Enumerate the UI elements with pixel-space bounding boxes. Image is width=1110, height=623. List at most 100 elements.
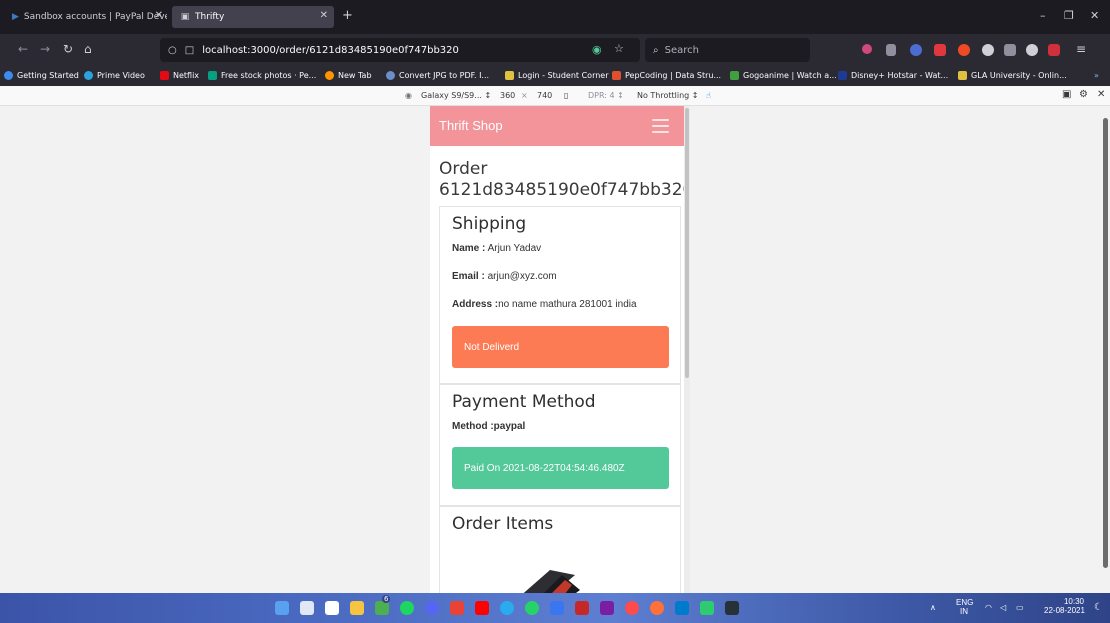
shipping-card: Shipping Name : Arjun Yadav Email : arju… — [439, 206, 681, 384]
terminal-icon[interactable] — [725, 601, 739, 615]
product-image[interactable] — [480, 545, 590, 593]
tab-title: Sandbox accounts | PayPal Deve — [23, 12, 167, 22]
rotate-icon[interactable]: ▯ — [564, 91, 568, 100]
tab-paypal-sandbox[interactable]: ▶ Sandbox accounts | PayPal Deve ✕ — [4, 6, 167, 28]
clock[interactable]: 10:30 22-08-2021 — [1044, 597, 1085, 615]
firefox-icon[interactable] — [650, 601, 664, 615]
delivery-status-alert: Not Deliverd — [452, 326, 669, 368]
vscode-icon[interactable] — [675, 601, 689, 615]
battery-icon[interactable]: ▭ — [1016, 603, 1024, 612]
device-viewport: Thrift Shop Order 6121d83485190e0f747bb3… — [430, 106, 690, 593]
bookmark-item[interactable]: PepCoding | Data Stru... — [612, 71, 721, 80]
shipping-email: Email : arjun@xyz.com — [452, 271, 557, 282]
touch-simulation-icon[interactable]: ☝ — [706, 91, 711, 100]
bookmark-item[interactable]: Convert JPG to PDF. I... — [386, 71, 489, 80]
addon-icon[interactable] — [1004, 44, 1016, 56]
new-tab-button[interactable]: + — [342, 8, 353, 23]
bookmark-item[interactable]: Netflix — [160, 71, 199, 80]
app-icon[interactable] — [700, 601, 714, 615]
restore-icon[interactable]: ❐ — [1064, 9, 1074, 22]
bookmark-item[interactable]: Prime Video — [84, 71, 145, 80]
volume-icon[interactable]: ◁ — [1000, 603, 1006, 612]
youtube-icon[interactable] — [475, 601, 489, 615]
discord-icon[interactable] — [425, 601, 439, 615]
close-rdm-icon[interactable]: ✕ — [1097, 89, 1105, 100]
bookmark-item[interactable]: Disney+ Hotstar - Wat... — [838, 71, 948, 80]
bookmark-icon — [4, 71, 13, 80]
shield-icon: ○ — [168, 44, 177, 56]
library-icon[interactable] — [886, 44, 896, 56]
close-tab-icon[interactable]: ✕ — [155, 10, 163, 21]
task-view-icon[interactable] — [325, 601, 339, 615]
tab-thrifty[interactable]: ▣ Thrifty ✕ — [172, 6, 334, 28]
wifi-icon[interactable]: ◠ — [985, 603, 992, 612]
shipping-address: Address :no name mathura 281001 india — [452, 299, 637, 310]
opera-icon[interactable] — [625, 601, 639, 615]
bookmark-icon — [730, 71, 739, 80]
bookmark-star-icon[interactable]: ☆ — [614, 42, 624, 55]
notifications-icon[interactable]: ☾ — [1094, 602, 1103, 613]
hamburger-menu-icon[interactable] — [652, 119, 669, 133]
throttling-select[interactable]: No Throttling ↕ — [637, 91, 699, 100]
app-icon[interactable] — [550, 601, 564, 615]
menu-icon[interactable]: ≡ — [1076, 42, 1086, 56]
start-icon[interactable] — [275, 601, 289, 615]
tray-overflow-icon[interactable]: ∧ — [930, 603, 936, 612]
search-input[interactable]: ⌕ Search — [645, 38, 810, 62]
viewport-width-input[interactable]: 360 — [500, 91, 515, 100]
pocket-icon[interactable] — [862, 44, 872, 54]
scrollbar-thumb[interactable] — [685, 108, 689, 378]
spotify-icon[interactable] — [400, 601, 414, 615]
forward-icon[interactable]: → — [40, 42, 50, 56]
settings-icon[interactable]: ⚙ — [1079, 89, 1088, 100]
file-explorer-icon[interactable] — [350, 601, 364, 615]
back-icon[interactable]: ← — [18, 42, 28, 56]
search-icon[interactable] — [300, 601, 314, 615]
bookmark-item[interactable]: Login - Student Corner — [505, 71, 609, 80]
shipping-name: Name : Arjun Yadav — [452, 243, 542, 254]
bookmark-icon — [386, 71, 395, 80]
bookmark-item[interactable]: GLA University - Onlin... — [958, 71, 1067, 80]
extension-icon[interactable]: ◉ — [592, 43, 602, 56]
minimize-icon[interactable]: – — [1040, 9, 1046, 22]
device-scrollbar[interactable] — [684, 106, 690, 593]
viewport-height-input[interactable]: 740 — [537, 91, 552, 100]
whatsapp-icon[interactable] — [525, 601, 539, 615]
bookmarks-overflow-icon[interactable]: » — [1094, 71, 1099, 80]
bookmark-icon — [208, 71, 217, 80]
app-icon[interactable] — [600, 601, 614, 615]
reload-icon[interactable]: ↻ — [63, 42, 73, 56]
payment-status-alert: Paid On 2021-08-22T04:54:46.480Z — [452, 447, 669, 489]
app-icon[interactable]: 6 — [375, 595, 391, 615]
addon-icon[interactable] — [1048, 44, 1060, 56]
url-bar[interactable]: ○ □ localhost:3000/order/6121d83485190e0… — [160, 38, 640, 62]
bookmark-item[interactable]: New Tab — [325, 71, 372, 80]
device-select[interactable]: Galaxy S9/S9... ↕ — [421, 91, 491, 100]
app-icon[interactable] — [575, 601, 589, 615]
language-indicator[interactable]: ENG IN — [956, 598, 973, 616]
vpn-extension-icon[interactable] — [910, 44, 922, 56]
telegram-icon[interactable] — [500, 601, 514, 615]
bookmark-item[interactable]: Getting Started — [4, 71, 79, 80]
dpr-select[interactable]: DPR: 4 ↕ — [588, 91, 624, 100]
taskbar: 6 ∧ ENG IN ◠ ◁ ▭ 10:30 22-08-2021 ☾ — [0, 593, 1110, 623]
brand-logo[interactable]: Thrift Shop — [439, 118, 503, 133]
addon-icon[interactable] — [958, 44, 970, 56]
payment-method: Method :paypal — [452, 421, 526, 432]
home-icon[interactable]: ⌂ — [84, 42, 92, 56]
addon-icon[interactable] — [1026, 44, 1038, 56]
ublock-icon[interactable] — [934, 44, 946, 56]
hamburger-line — [652, 119, 669, 121]
hamburger-line — [652, 131, 669, 133]
bookmark-item[interactable]: Gogoanime | Watch a... — [730, 71, 837, 80]
page-scrollbar[interactable] — [1103, 118, 1108, 568]
close-tab-icon[interactable]: ✕ — [320, 10, 328, 21]
notification-badge: 6 — [382, 595, 391, 603]
shipping-heading: Shipping — [452, 214, 527, 234]
screenshot-icon[interactable]: ▣ — [1062, 89, 1071, 100]
addon-icon[interactable] — [982, 44, 994, 56]
bookmark-item[interactable]: Free stock photos · Pe... — [208, 71, 316, 80]
close-window-icon[interactable]: ✕ — [1090, 9, 1099, 22]
paypal-icon: ▶ — [12, 12, 19, 22]
gmail-icon[interactable] — [450, 601, 464, 615]
